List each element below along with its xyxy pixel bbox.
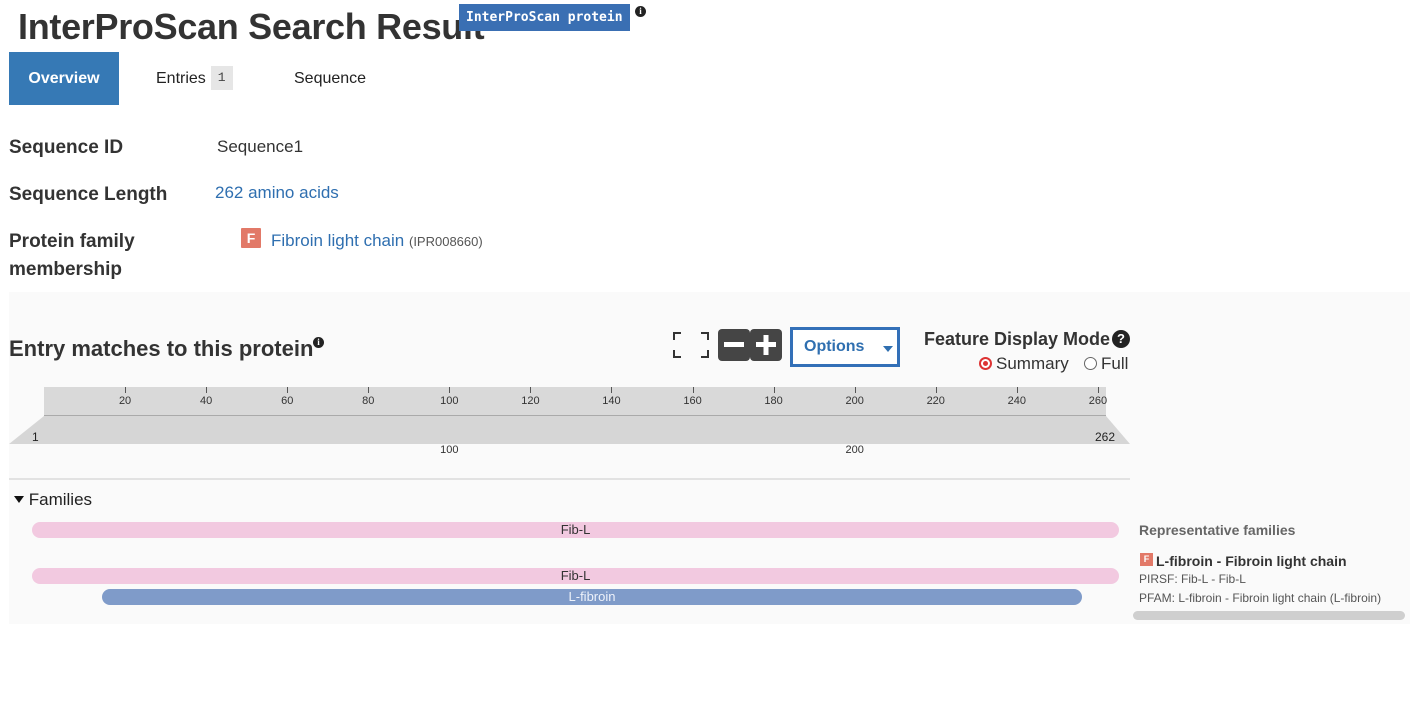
tab-overview[interactable]: Overview bbox=[9, 52, 119, 105]
entry-matches-title: Entry matches to this protein bbox=[9, 336, 314, 361]
feature-display-mode-label: Feature Display Mode bbox=[924, 329, 1111, 349]
ruler-tick-label: 180 bbox=[764, 395, 783, 407]
protein-family-label-cont: membership bbox=[9, 259, 122, 280]
ruler-tick bbox=[1097, 387, 1099, 393]
ruler-tick-label: 100 bbox=[440, 395, 459, 407]
family-name-link[interactable]: Fibroin light chain bbox=[271, 231, 404, 250]
ruler-tick-label: 140 bbox=[602, 395, 621, 407]
ruler-tick bbox=[611, 387, 613, 393]
ruler-end-label: 262 bbox=[1095, 430, 1116, 444]
ruler-tick-label: 260 bbox=[1088, 395, 1108, 407]
ruler-tick bbox=[206, 387, 208, 393]
ruler-tick bbox=[125, 387, 127, 393]
zoom-out-button[interactable] bbox=[718, 329, 750, 361]
family-membership: Fibroin light chain (IPR008660) bbox=[271, 231, 483, 251]
mode-summary-radio[interactable] bbox=[979, 357, 992, 370]
mode-full-label[interactable]: Full bbox=[1101, 354, 1128, 374]
protein-family-label: Protein family bbox=[9, 231, 135, 252]
caret-down-icon bbox=[14, 496, 24, 503]
zoom-out-icon bbox=[724, 342, 744, 347]
ruler-tick-label: 240 bbox=[1007, 395, 1026, 407]
ruler-tick bbox=[368, 387, 370, 393]
info-icon[interactable]: i bbox=[313, 337, 324, 348]
family-accession: (IPR008660) bbox=[408, 234, 483, 249]
ruler-tick bbox=[935, 387, 937, 393]
zoom-in-icon bbox=[756, 335, 776, 355]
options-label: Options bbox=[804, 338, 865, 355]
caret-down-icon bbox=[883, 346, 893, 352]
ruler-tick-label: 200 bbox=[845, 395, 864, 407]
families-label: Families bbox=[28, 490, 93, 509]
ruler-scale-label: 100 bbox=[440, 444, 459, 456]
options-dropdown[interactable]: Options bbox=[790, 327, 900, 367]
ruler-tick-label: 220 bbox=[926, 395, 945, 407]
ruler-tick-label: 120 bbox=[521, 395, 540, 407]
ruler-tick-label: 160 bbox=[683, 395, 702, 407]
help-icon[interactable]: ? bbox=[1112, 330, 1130, 348]
entries-count-badge: 1 bbox=[210, 65, 233, 90]
ruler-tick-label: 40 bbox=[200, 395, 213, 407]
mode-full-radio[interactable] bbox=[1084, 357, 1097, 370]
ruler-tick bbox=[1016, 387, 1018, 393]
tab-entries[interactable]: Entries 1 bbox=[156, 52, 233, 105]
ruler-zoom-band bbox=[9, 416, 1130, 444]
ruler-tick bbox=[287, 387, 289, 393]
ruler-scale-label: 200 bbox=[845, 444, 864, 456]
tab-sequence[interactable]: Sequence bbox=[294, 52, 366, 105]
sequence-id-value: Sequence1 bbox=[217, 137, 304, 156]
interproscan-protein-badge: InterProScan protein bbox=[459, 4, 630, 31]
sequence-length-label: Sequence Length bbox=[9, 184, 168, 205]
ruler-start-label: 1 bbox=[32, 430, 39, 444]
ruler-tick bbox=[692, 387, 694, 393]
track-bar[interactable]: L-fibroin bbox=[102, 589, 1082, 605]
families-toggle[interactable]: Families bbox=[14, 490, 92, 510]
zoom-in-button[interactable] bbox=[750, 329, 782, 361]
horizontal-scrollbar[interactable] bbox=[1133, 611, 1405, 620]
tab-entries-label: Entries bbox=[156, 70, 206, 87]
ruler-separator bbox=[9, 478, 1130, 480]
representative-families-title: Representative families bbox=[1139, 522, 1296, 538]
ruler-tick-label: 20 bbox=[118, 395, 132, 407]
ruler-tick bbox=[530, 387, 532, 393]
family-type-icon: F bbox=[241, 228, 261, 248]
sequence-id-label: Sequence ID bbox=[9, 137, 124, 158]
sequence-length-link[interactable]: 262 amino acids bbox=[215, 183, 339, 203]
ruler-tick bbox=[854, 387, 856, 393]
ruler-tick bbox=[449, 387, 451, 393]
representative-pirsf: PIRSF: Fib-L - Fib-L bbox=[1139, 572, 1246, 586]
page-title: InterProScan Search Result bbox=[18, 6, 485, 47]
ruler-tick-label: 60 bbox=[281, 395, 294, 407]
ruler-tick bbox=[773, 387, 775, 393]
track-bar[interactable]: Fib-L bbox=[32, 568, 1119, 584]
track-bar[interactable]: Fib-L bbox=[32, 522, 1119, 538]
family-type-icon: F bbox=[1140, 553, 1153, 566]
representative-pfam: PFAM: L-fibroin - Fibroin light chain (L… bbox=[1139, 591, 1382, 605]
representative-entry-name[interactable]: L-fibroin - Fibroin light chain bbox=[1156, 553, 1347, 569]
ruler-tick-label: 80 bbox=[362, 395, 375, 407]
fullscreen-icon[interactable] bbox=[672, 331, 710, 359]
mode-summary-label[interactable]: Summary bbox=[996, 354, 1069, 374]
info-icon[interactable]: i bbox=[635, 6, 646, 17]
